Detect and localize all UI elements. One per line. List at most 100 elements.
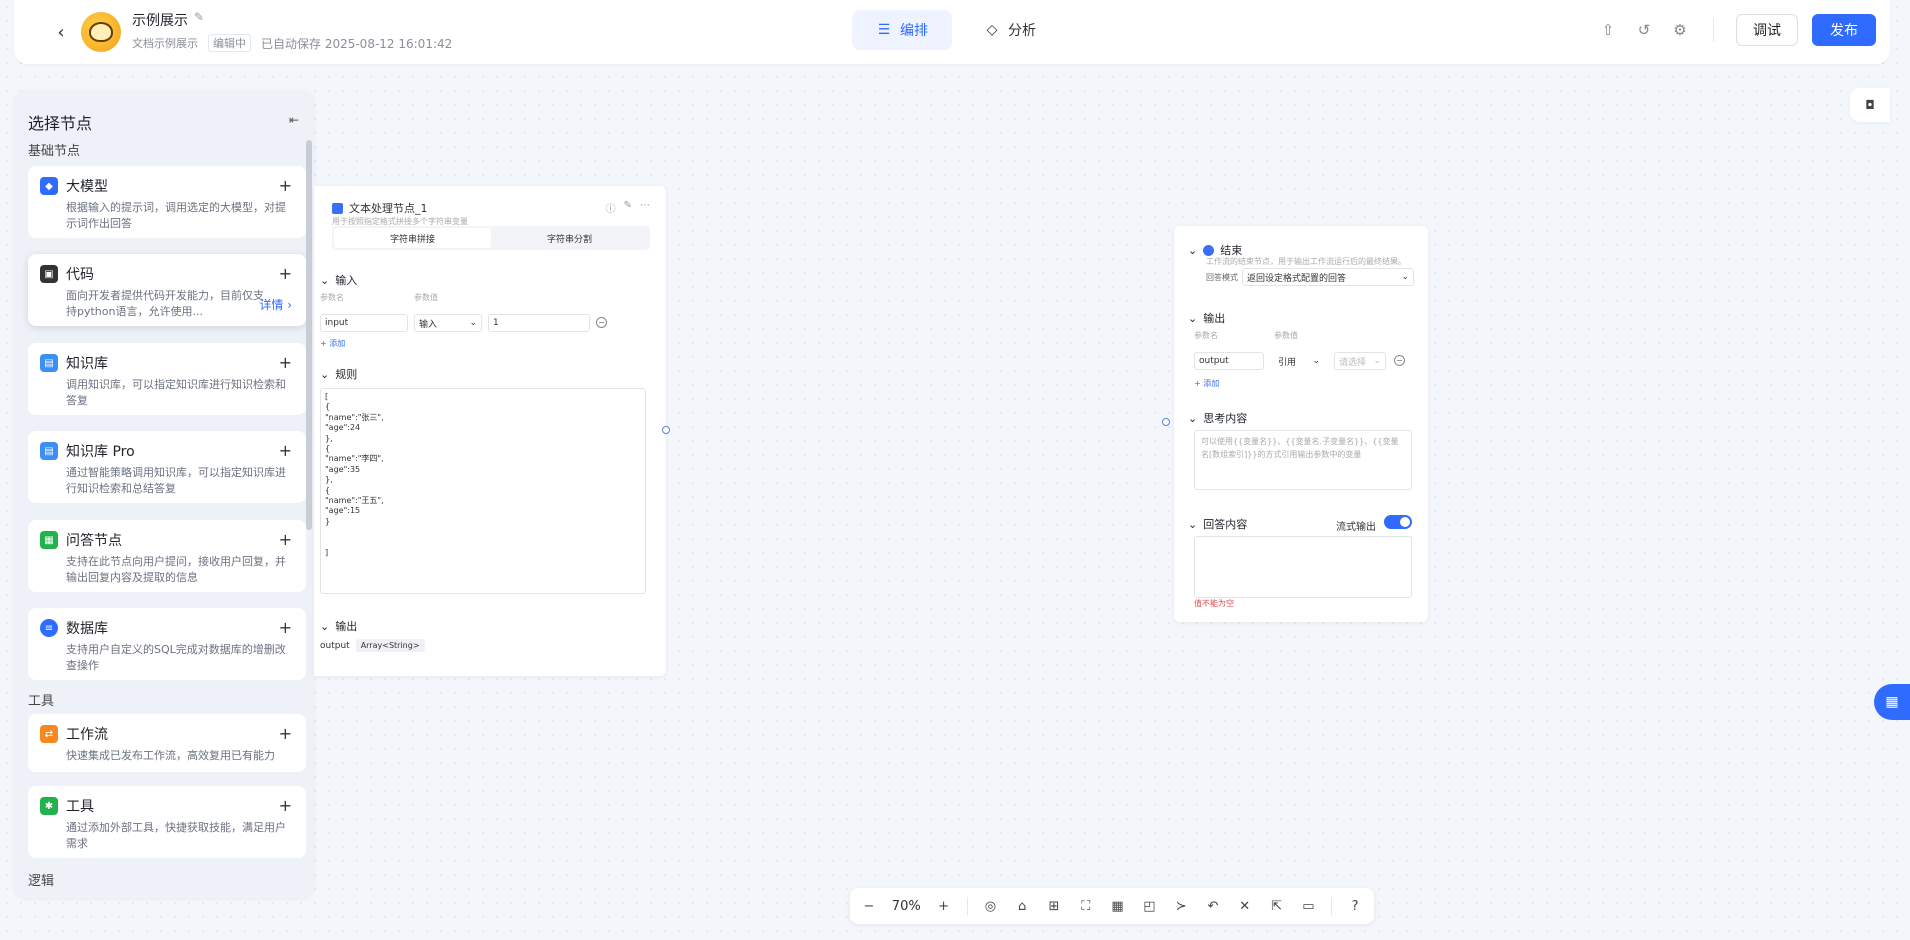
tab-analysis[interactable]: ◇ 分析 [960, 10, 1060, 50]
more-icon[interactable]: ⋯ [640, 200, 650, 215]
chevron-down-icon: ⌄ [320, 367, 330, 381]
upload-icon[interactable]: ⇧ [1597, 19, 1619, 41]
info-icon[interactable]: ⓘ [606, 200, 616, 215]
param-name-label: 参数名 [320, 293, 344, 302]
output-ref-select[interactable]: 引用 ⌄ [1274, 352, 1324, 370]
node-card-qa[interactable]: ▦ 问答节点 支持在此节点向用户提问，接收用户回复，并输出回复内容及提取的信息 … [28, 520, 306, 592]
param-name-input[interactable]: input [320, 314, 408, 332]
remove-param-icon[interactable]: − [596, 317, 607, 328]
plus-icon[interactable]: + [279, 264, 292, 283]
output-section[interactable]: ⌄ 输出 [1188, 310, 1225, 326]
node-select-panel: 选择节点 ⇤ 基础节点 ◆ 大模型 根据输入的提示词，调用选定的大模型，对提示词… [14, 90, 314, 898]
add-param-link[interactable]: + 添加 [320, 338, 345, 349]
connector-icon[interactable]: ≻ [1172, 899, 1190, 914]
section-label: 输入 [335, 274, 358, 287]
node-card-llm[interactable]: ◆ 大模型 根据输入的提示词，调用选定的大模型，对提示词作出回答 + [28, 166, 306, 238]
plus-icon[interactable]: + [279, 796, 292, 815]
pencil-icon[interactable]: ✎ [624, 200, 632, 215]
header-actions: ⇧ ↺ ⚙ 调试 发布 [1597, 14, 1876, 46]
node-desc: 根据输入的提示词，调用选定的大模型，对提示词作出回答 [66, 201, 286, 230]
zoom-in-icon[interactable]: + [935, 899, 953, 914]
qr-code-icon[interactable]: ▦ [1874, 684, 1910, 720]
node-card-tool[interactable]: ✱ 工具 通过添加外部工具，快捷获取技能，满足用户需求 + [28, 786, 306, 858]
comment-icon[interactable]: ▭ [1299, 899, 1317, 914]
node-desc: 调用知识库，可以指定知识库进行知识检索和答复 [66, 378, 286, 407]
detail-link[interactable]: 详情 › [259, 296, 292, 313]
plus-icon[interactable]: + [279, 724, 292, 743]
mode-segment: 字符串拼接 字符串分割 [332, 226, 650, 250]
think-section[interactable]: ⌄ 思考内容 [1188, 410, 1247, 426]
plus-icon[interactable]: + [279, 353, 292, 372]
autosave-text: 已自动保存 2025-08-12 16:01:42 [261, 36, 453, 51]
code-icon: ▣ [40, 265, 58, 283]
seg-concat[interactable]: 字符串拼接 [334, 228, 491, 248]
param-type-select[interactable]: 输入 ⌄ [414, 314, 482, 332]
output-section[interactable]: ⌄ 输出 [320, 618, 357, 634]
output-type-tag: Array<String> [355, 639, 425, 652]
robot-icon[interactable]: ◘ [1850, 88, 1890, 122]
rule-section[interactable]: ⌄ 规则 [320, 366, 357, 382]
text-process-node[interactable]: 文本处理节点_1 ⓘ ✎ ⋯ 用于按照指定格式拼接多个字符串变量 字符串拼接 字… [314, 186, 670, 676]
section-label: 规则 [335, 368, 358, 381]
stream-toggle[interactable] [1384, 515, 1412, 529]
group-label-basic: 基础节点 [28, 144, 81, 159]
end-node[interactable]: ⌄ 结束 工作流的结束节点，用于输出工作流运行后的最终结果。 回答模式 返回设定… [1162, 226, 1428, 622]
database-icon: ≡ [40, 619, 58, 637]
fit-view-icon[interactable]: ⛶ [1077, 899, 1095, 914]
node-card-code[interactable]: ▣ 代码 面向开发者提供代码开发能力，目前仅支持python语言，允许使用...… [28, 254, 306, 326]
stream-label: 流式输出 [1336, 522, 1376, 533]
layout-icon[interactable]: ▦ [1109, 899, 1127, 914]
debug-button[interactable]: 调试 [1736, 14, 1798, 46]
chevron-down-icon: ⌄ [1373, 356, 1381, 366]
select-placeholder: 请选择 [1339, 357, 1367, 368]
think-content-input[interactable]: 可以使用{{变量名}}、{{变量名.子变量名}}、{{变量名[数组索引]}}的方… [1194, 430, 1412, 490]
undo-icon[interactable]: ↶ [1204, 899, 1222, 914]
chevron-down-icon: ⌄ [1401, 272, 1409, 282]
plus-icon[interactable]: + [279, 530, 292, 549]
node-card-knowledge-pro[interactable]: ▤ 知识库 Pro 通过智能策略调用知识库，可以指定知识库进行知识检索和总结答复… [28, 431, 306, 503]
node-card-workflow[interactable]: ⇄ 工作流 快速集成已发布工作流，高效复用已有能力 + [28, 714, 306, 772]
book-icon: ▤ [40, 354, 58, 372]
locate-icon[interactable]: ◎ [981, 899, 999, 914]
node-desc: 通过智能策略调用知识库，可以指定知识库进行知识检索和总结答复 [66, 466, 286, 495]
node-desc: 通过添加外部工具，快捷获取技能，满足用户需求 [66, 821, 286, 850]
plus-icon[interactable]: + [279, 618, 292, 637]
panel-title: 选择节点 [28, 114, 93, 133]
plus-icon[interactable]: + [279, 441, 292, 460]
collapse-panel-icon[interactable]: ⇤ [284, 110, 304, 130]
pencil-icon[interactable]: ✎ [194, 10, 204, 24]
output-var-select[interactable]: 请选择 ⌄ [1334, 352, 1386, 370]
remove-output-icon[interactable]: − [1394, 355, 1405, 366]
chevron-left-icon[interactable]: ‹ [47, 18, 75, 46]
gear-icon[interactable]: ⚙ [1669, 19, 1691, 41]
clean-icon[interactable]: ⌂ [1013, 899, 1031, 914]
answer-mode-select[interactable]: 返回设定格式配置的回答 ⌄ [1242, 268, 1414, 286]
node-card-knowledge[interactable]: ▤ 知识库 调用知识库，可以指定知识库进行知识检索和答复 + [28, 343, 306, 415]
help-icon[interactable]: ? [1346, 899, 1364, 914]
publish-button[interactable]: 发布 [1812, 14, 1876, 46]
input-port[interactable] [1162, 418, 1170, 426]
minimap-icon[interactable]: ◰ [1140, 899, 1158, 914]
node-title: 文本处理节点_1 [332, 200, 428, 216]
tab-orchestrate[interactable]: ☰ 编排 [852, 10, 952, 50]
end-icon [1203, 244, 1215, 256]
answer-content-input[interactable] [1194, 536, 1412, 598]
panel-scrollbar[interactable] [306, 140, 312, 530]
plus-icon[interactable]: + [279, 176, 292, 195]
zoom-out-icon[interactable]: − [860, 899, 878, 914]
collapse-icon[interactable]: ✕ [1236, 899, 1254, 914]
rule-editor[interactable]: [ { "name":"张三", "age":24 }, { "name":"李… [320, 388, 646, 594]
book-icon: ▤ [40, 442, 58, 460]
app-subtitle: 文档示例展示 [132, 37, 198, 50]
param-value-input[interactable]: 1 [488, 314, 590, 332]
export-icon[interactable]: ⇱ [1268, 899, 1286, 914]
output-name-input[interactable]: output [1194, 352, 1264, 370]
history-icon[interactable]: ↺ [1633, 19, 1655, 41]
add-output-link[interactable]: + 添加 [1194, 378, 1219, 389]
output-port[interactable] [662, 426, 670, 434]
input-section[interactable]: ⌄ 输入 [320, 272, 357, 288]
seg-split[interactable]: 字符串分割 [491, 228, 648, 248]
node-card-database[interactable]: ≡ 数据库 支持用户自定义的SQL完成对数据库的增删改查操作 + [28, 608, 306, 680]
answer-section[interactable]: ⌄ 回答内容 [1188, 516, 1247, 532]
add-node-icon[interactable]: ⊞ [1045, 899, 1063, 914]
